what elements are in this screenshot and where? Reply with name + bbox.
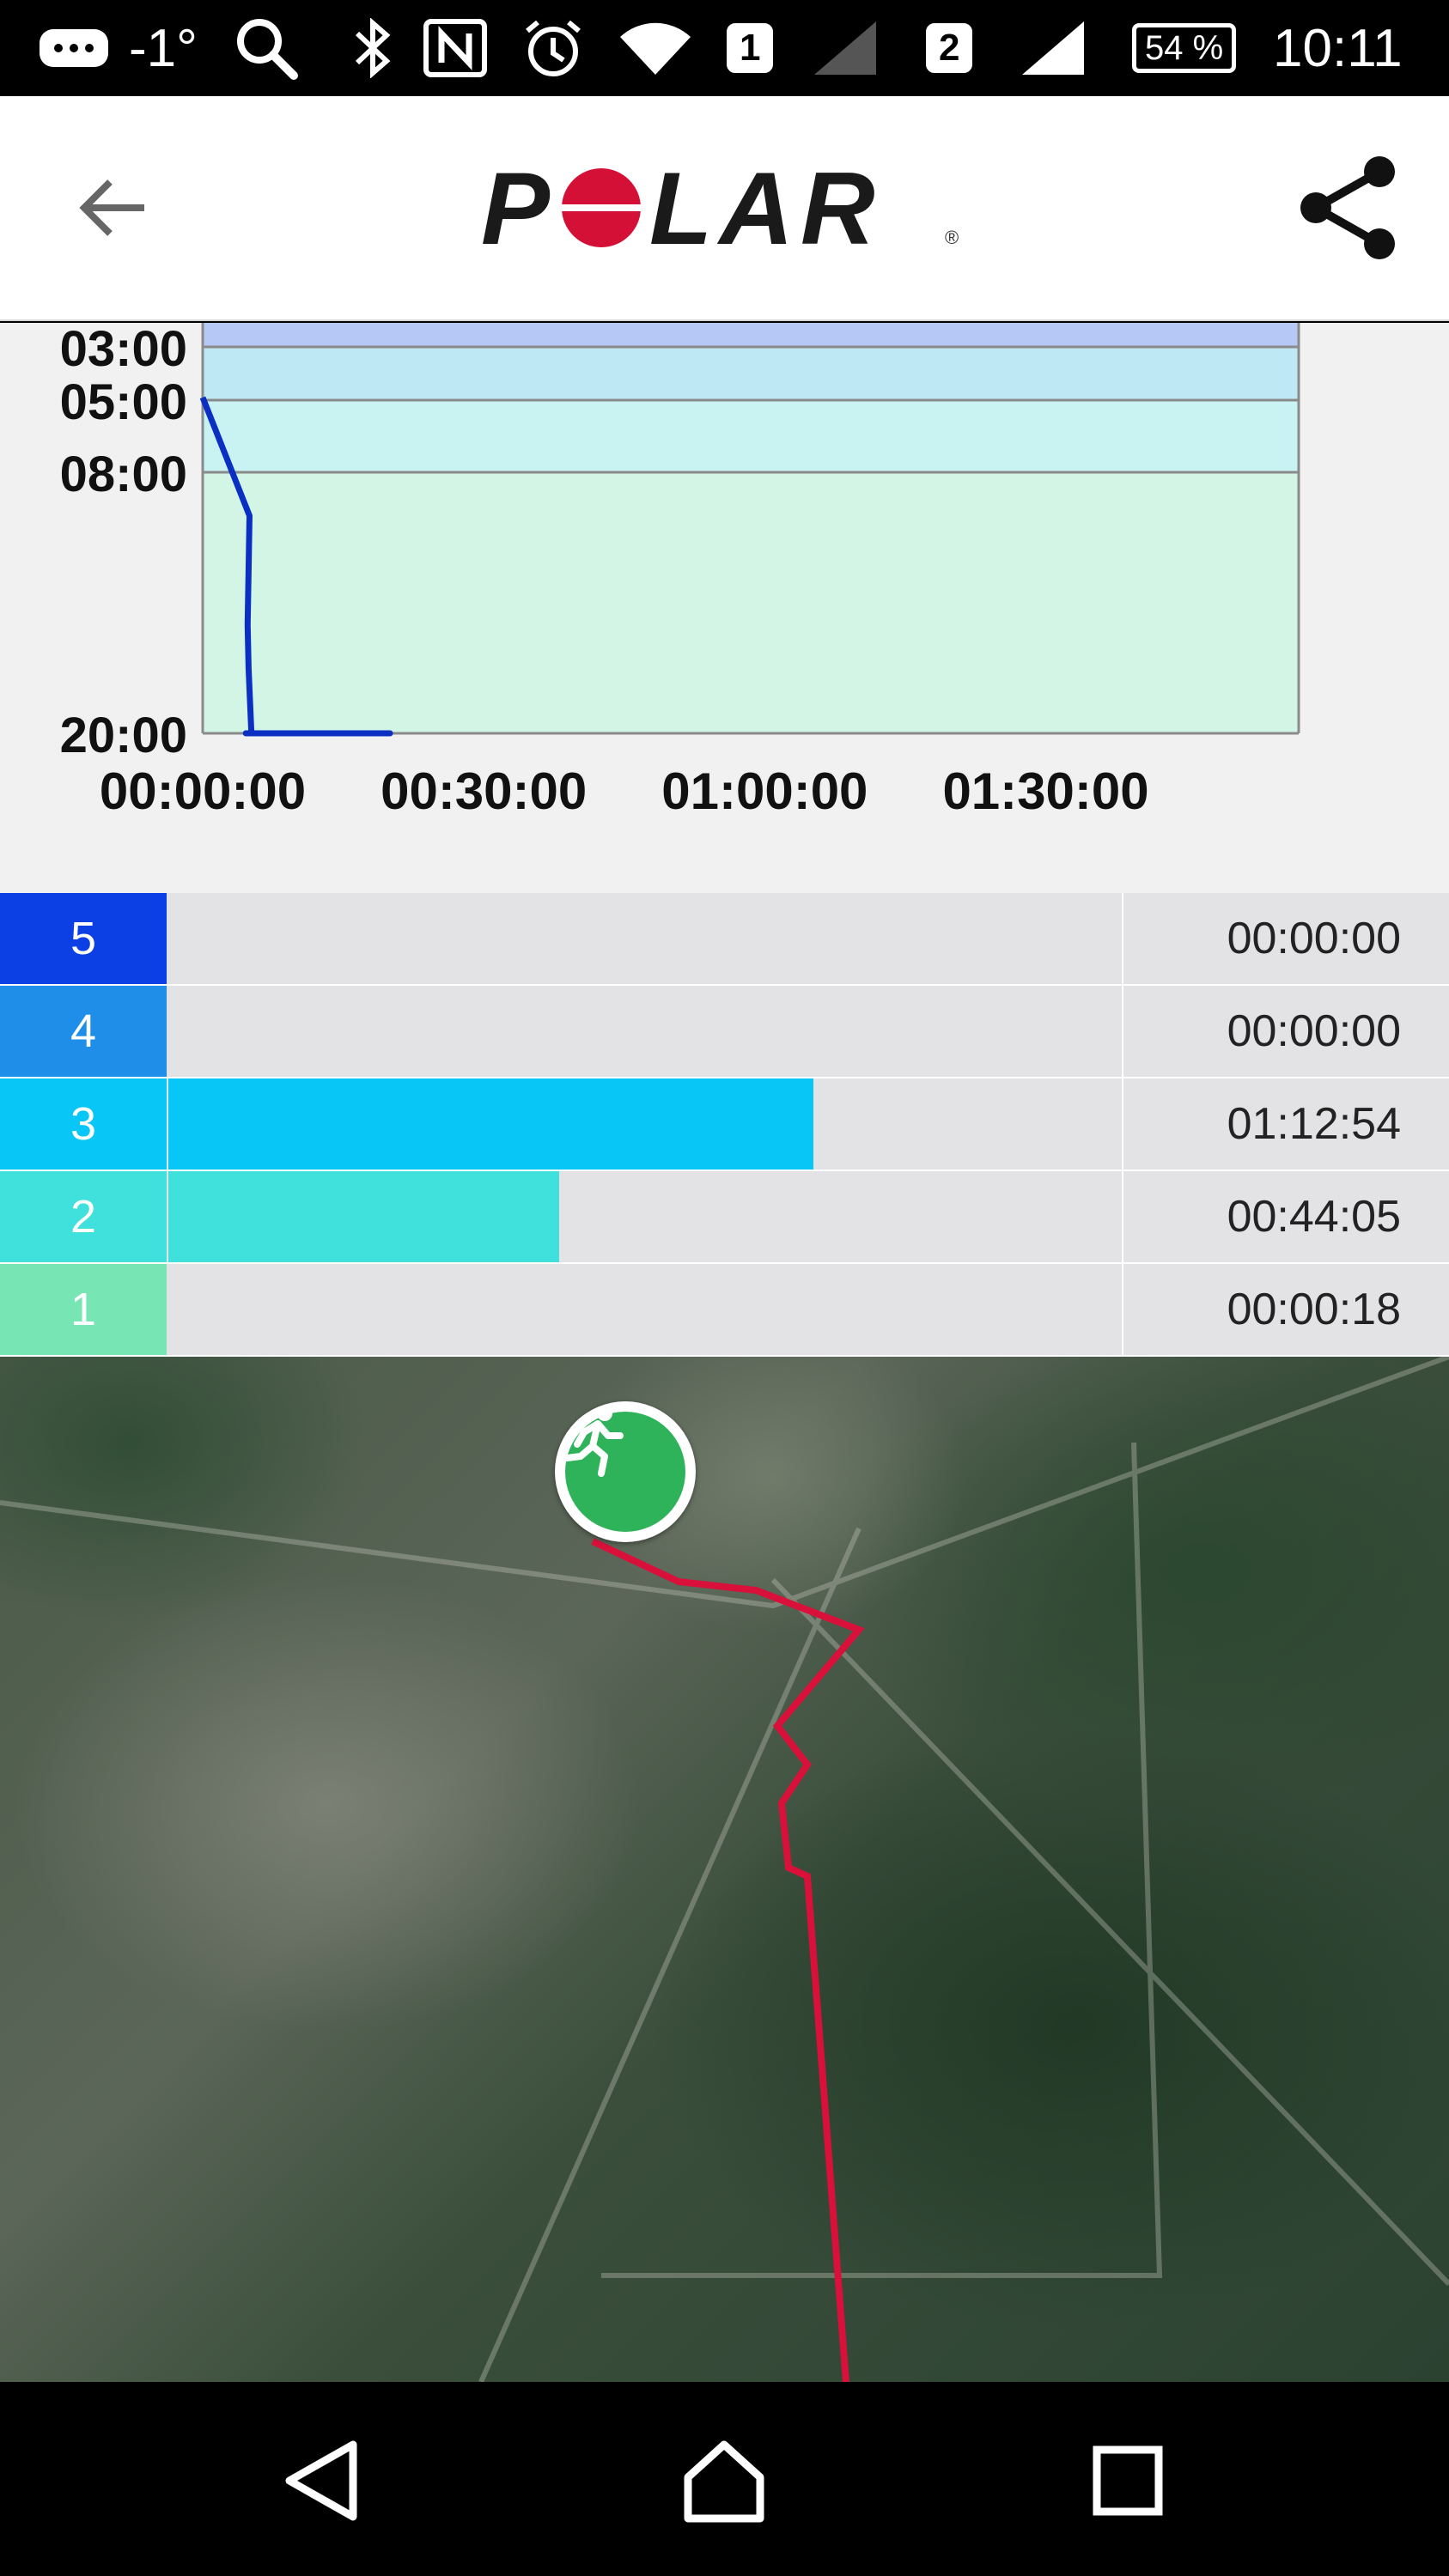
arrow-back-icon [79,179,144,236]
x-tick-label: 01:30:00 [942,762,1148,820]
nav-recents-button[interactable] [1063,2416,1192,2545]
signal-icon [1019,0,1087,96]
road-line [0,1357,1449,1609]
zone-divider [1122,893,1123,984]
zone-band-4 [203,472,1299,733]
zone-time-bar [168,1078,813,1170]
route-line [591,1538,865,2382]
bluetooth-icon [352,0,395,96]
wifi-icon [617,0,694,96]
zone-time-label: 00:00:00 [1227,1006,1401,1056]
nav-recents-icon [1093,2445,1163,2516]
navigation-bar [0,2382,1449,2576]
start-marker-inner [563,1406,685,1532]
zone-number: 4 [0,986,167,1077]
battery-icon: 54 % [1132,0,1237,96]
zone-number: 2 [0,1171,167,1262]
back-button[interactable] [60,156,163,259]
sim2-badge: 2 [926,0,973,96]
signal-icon [811,0,880,96]
zone-band-1 [203,323,1299,347]
zone-number: 5 [0,893,167,984]
y-tick-label: 05:00 [60,374,187,430]
zone-divider [1122,1171,1123,1262]
zone-divider [1122,1264,1123,1355]
nav-back-icon [285,2440,357,2521]
x-tick-label: 00:00:00 [100,762,306,820]
zone-row: 1 00:00:18 [0,1264,1449,1357]
sim2-label: 2 [926,23,973,73]
y-tick-label: 08:00 [60,447,187,502]
status-bar: -1° 1 2 54 % 10:11 [0,0,1449,96]
y-tick-label: 03:00 [60,323,187,377]
zone-row: 5 00:00:00 [0,893,1449,986]
x-tick-label: 00:30:00 [381,762,587,820]
zone-row: 2 00:44:05 [0,1171,1449,1264]
nfc-icon [423,0,488,96]
chart-svg: 03:0005:00 08:00 20:0000:00:00 00:30:00 01:0… [60,323,1300,820]
search-icon [234,0,299,96]
zone-row: 4 00:00:00 [0,986,1449,1078]
svg-text:P: P [481,165,557,259]
sim1-label: 1 [727,23,774,73]
battery-label: 54 % [1132,23,1237,73]
x-tick-label: 01:00:00 [661,762,868,820]
road-line [478,1527,861,2382]
svg-text:®: ® [945,227,959,248]
zone-time-label: 00:00:00 [1227,914,1401,963]
zone-divider [1122,986,1123,1077]
zone-number: 3 [0,1078,167,1170]
road-line [770,1577,1449,2287]
alarm-icon [522,0,584,96]
zone-row: 3 01:12:54 [0,1078,1449,1171]
running-person-icon [563,1406,624,1477]
pace-chart: 03:00 05:00 08:00 20:00 00:00:00 00:30:00 01:0… [0,323,1449,893]
y-tick-label: 20:00 [60,708,187,763]
zone-band-2 [203,347,1299,400]
zone-band-3 [203,400,1299,472]
share-button[interactable] [1288,148,1409,268]
start-marker[interactable] [555,1401,696,1542]
nav-home-button[interactable] [660,2416,788,2545]
share-icon [1300,156,1395,259]
polar-logo: P LAR ® [481,151,979,266]
zone-table: 5 00:00:00 4 00:00:00 3 01:12:54 2 00:44:05 1 00:… [0,893,1449,1357]
zone-divider [1122,1078,1123,1170]
map-overlay [0,1357,1449,2382]
temperature-label: -1° [129,18,198,78]
nav-back-button[interactable] [258,2416,387,2545]
svg-text:LAR: LAR [649,165,882,259]
zone-time-bar [168,1171,559,1262]
nav-home-icon [684,2440,764,2523]
route-map[interactable] [0,1357,1449,2382]
notification-icon [38,0,110,96]
sim1-badge: 1 [727,0,774,96]
zone-time-label: 01:12:54 [1227,1099,1401,1149]
app-bar: P LAR ® [0,96,1449,321]
zone-time-label: 00:00:18 [1227,1285,1401,1334]
clock: 10:11 [1273,18,1403,78]
zone-time-label: 00:44:05 [1227,1192,1401,1242]
zone-number: 1 [0,1264,167,1355]
